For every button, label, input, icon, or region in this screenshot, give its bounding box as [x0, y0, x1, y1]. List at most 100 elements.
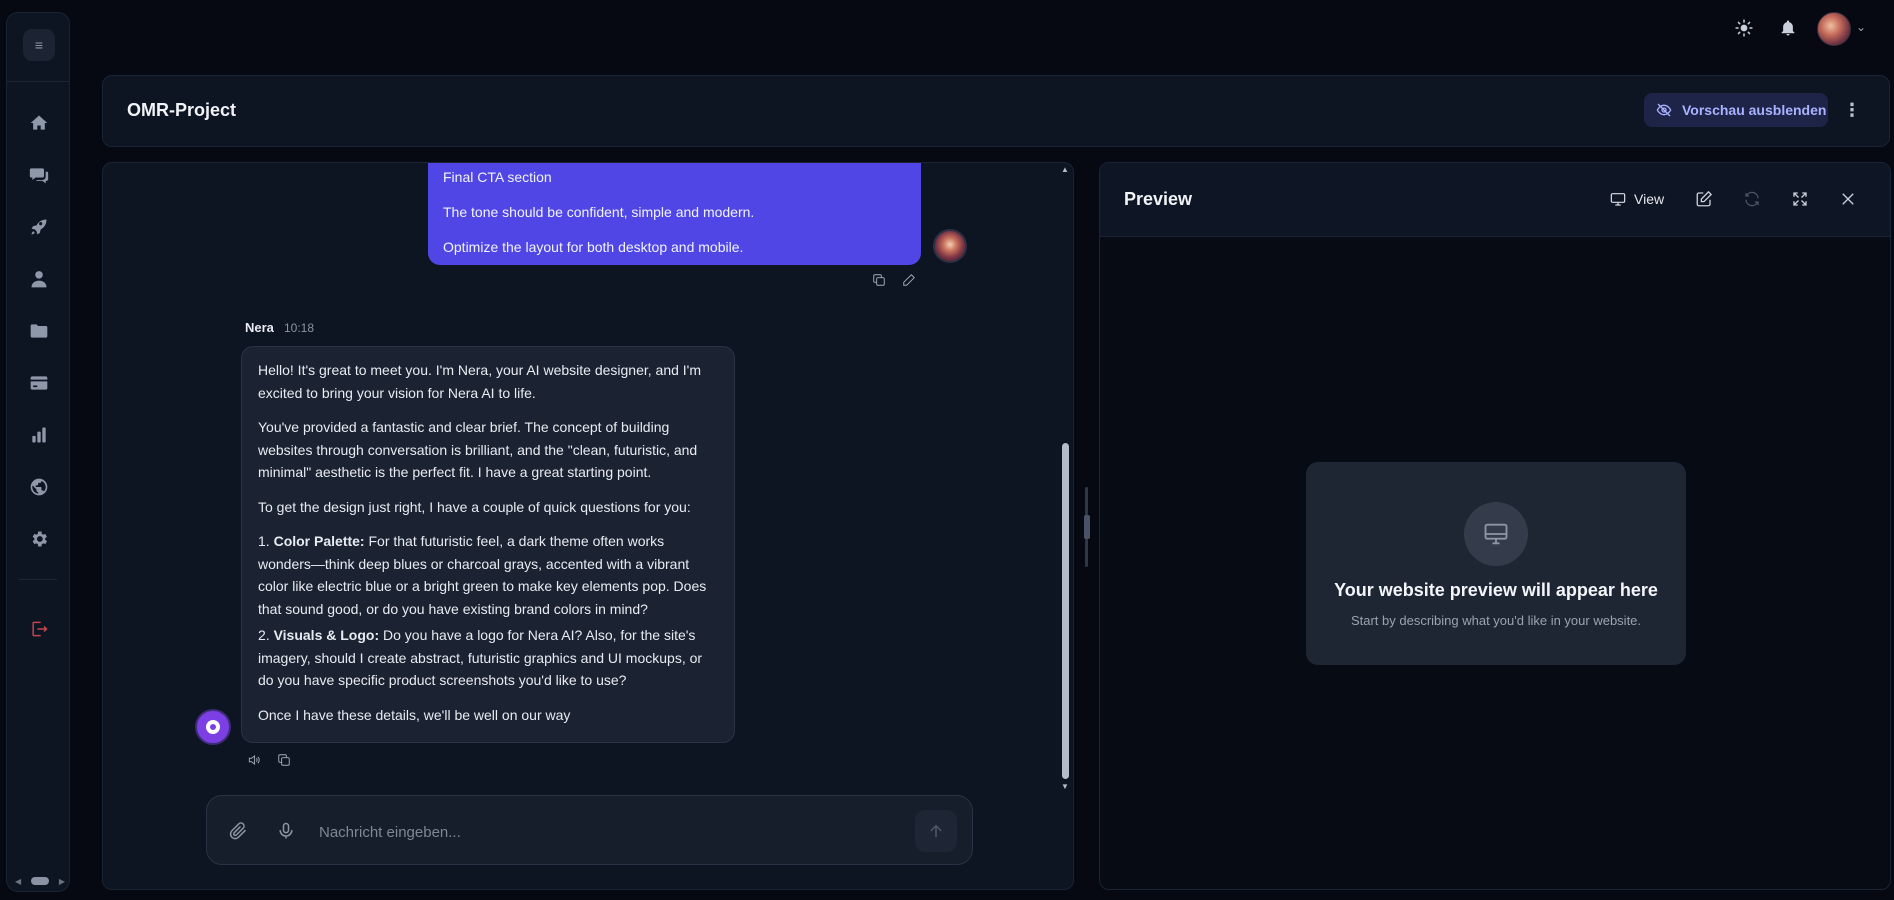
copy-icon	[278, 754, 290, 766]
hide-preview-button[interactable]: Vorschau ausblenden	[1644, 93, 1828, 127]
microphone-icon	[279, 822, 293, 839]
more-options-button[interactable]: ⋮	[1840, 96, 1864, 124]
message-input[interactable]	[319, 820, 859, 844]
assistant-paragraph: Hello! It's great to meet you. I'm Nera,…	[258, 362, 702, 401]
message-timestamp: 10:18	[284, 321, 315, 335]
preview-header: Preview View	[1100, 163, 1890, 237]
hide-preview-label: Vorschau ausblenden	[1682, 102, 1827, 118]
scroll-down-icon[interactable]: ▼	[1060, 782, 1070, 792]
assistant-paragraph: You've provided a fantastic and clear br…	[258, 419, 698, 480]
empty-state-subtitle: Start by describing what you'd like in y…	[1350, 613, 1642, 628]
empty-state-title: Your website preview will appear here	[1334, 580, 1658, 600]
sidebar-divider	[19, 579, 57, 580]
read-aloud-button[interactable]	[245, 751, 263, 769]
pencil-icon	[903, 274, 915, 286]
view-label: View	[1634, 191, 1665, 207]
copy-message-button[interactable]	[870, 271, 888, 289]
scroll-up-icon[interactable]: ▲	[1060, 165, 1070, 175]
globe-icon	[30, 478, 48, 496]
scroll-left-icon[interactable]: ◀	[15, 877, 21, 886]
view-mode-button[interactable]: View	[1610, 189, 1664, 209]
sidebar-item-home[interactable]	[23, 107, 55, 139]
sidebar-item-billing[interactable]	[23, 367, 55, 399]
credit-card-icon	[30, 376, 48, 390]
question-number: 1.	[258, 533, 270, 549]
user-icon	[31, 271, 47, 288]
fullscreen-button[interactable]	[1788, 187, 1812, 211]
assistant-paragraph: Once I have these details, we'll be well…	[258, 706, 571, 723]
question-item: 1. Color Palette: For that futuristic fe…	[258, 530, 719, 620]
chat-icon	[29, 168, 49, 184]
menu-toggle-button[interactable]: ≡	[23, 29, 55, 61]
copy-response-button[interactable]	[275, 751, 293, 769]
sidebar-item-chats[interactable]	[23, 159, 55, 191]
theme-toggle-button[interactable]	[1730, 14, 1758, 42]
assistant-paragraph: To get the design just right, I have a c…	[258, 498, 691, 515]
sidebar-item-settings[interactable]	[23, 523, 55, 555]
preview-title: Preview	[1124, 189, 1193, 209]
voice-input-button[interactable]	[273, 818, 299, 844]
arrow-up-icon	[930, 824, 942, 837]
rocket-icon	[31, 219, 47, 235]
eye-off-icon	[1656, 103, 1672, 117]
notifications-button[interactable]	[1774, 14, 1802, 42]
question-title: Visuals & Logo:	[273, 627, 380, 643]
refresh-preview-button[interactable]	[1740, 187, 1764, 211]
user-message-bubble: Final CTA section The tone should be con…	[428, 163, 921, 265]
edit-icon	[1696, 190, 1713, 207]
sidebar: ≡ ◀ ▶	[6, 12, 70, 892]
close-icon	[1842, 193, 1854, 205]
user-message-line: The tone should be confident, simple and…	[443, 204, 755, 220]
monitor-icon	[1484, 523, 1508, 545]
logout-button[interactable]	[23, 613, 55, 645]
question-item: 2. Visuals & Logo: Do you have a logo fo…	[258, 624, 719, 692]
sidebar-item-analytics[interactable]	[23, 419, 55, 451]
user-message-line: Optimize the layout for both desktop and…	[443, 239, 744, 255]
sidebar-item-deploy[interactable]	[23, 211, 55, 243]
sidebar-divider	[7, 81, 69, 82]
assistant-name: Nera	[245, 320, 274, 335]
sidebar-scroll-thumb[interactable]	[31, 877, 49, 885]
expand-icon	[1793, 192, 1807, 206]
menu-icon: ≡	[34, 37, 44, 53]
user-message-line: Final CTA section	[443, 169, 552, 185]
empty-state-icon-wrap	[1464, 502, 1528, 566]
sidebar-item-profile[interactable]	[23, 263, 55, 295]
sidebar-item-projects[interactable]	[23, 315, 55, 347]
chevron-down-icon[interactable]: ⌄	[1856, 20, 1872, 36]
assistant-message-bubble: Hello! It's great to meet you. I'm Nera,…	[241, 346, 735, 743]
question-title: Color Palette:	[273, 533, 365, 549]
scroll-right-icon[interactable]: ▶	[59, 877, 65, 886]
preview-panel: Preview View Your website preview will a…	[1099, 162, 1891, 890]
chat-scroll-thumb[interactable]	[1062, 443, 1069, 779]
send-button[interactable]	[915, 810, 957, 852]
preview-empty-state: Your website preview will appear here St…	[1306, 462, 1686, 665]
project-header: OMR-Project Vorschau ausblenden ⋮	[102, 75, 1890, 147]
speaker-icon	[248, 754, 260, 766]
gear-icon	[32, 531, 47, 547]
folder-icon	[30, 324, 48, 338]
sun-icon	[1735, 19, 1753, 37]
user-avatar-button[interactable]	[1817, 12, 1851, 46]
close-preview-button[interactable]	[1836, 187, 1860, 211]
user-avatar	[933, 229, 967, 263]
edit-message-button[interactable]	[900, 271, 918, 289]
resize-grip-icon[interactable]	[1084, 515, 1090, 539]
nera-logo-icon	[206, 720, 220, 734]
question-number: 2.	[258, 627, 270, 643]
message-composer	[206, 795, 973, 865]
bar-chart-icon	[32, 427, 46, 443]
page-title: OMR-Project	[127, 100, 237, 120]
home-icon	[30, 115, 48, 130]
logout-icon	[32, 621, 48, 637]
panel-resize-handle[interactable]	[1084, 487, 1091, 567]
attach-button[interactable]	[225, 818, 251, 844]
chat-panel: Final CTA section The tone should be con…	[102, 162, 1074, 890]
more-vertical-icon: ⋮	[1843, 100, 1861, 120]
edit-preview-button[interactable]	[1692, 187, 1716, 211]
copy-icon	[873, 274, 885, 286]
refresh-icon	[1745, 191, 1759, 207]
sidebar-scrollbar[interactable]: ◀ ▶	[15, 875, 65, 887]
paperclip-icon	[229, 822, 247, 840]
sidebar-item-domains[interactable]	[23, 471, 55, 503]
